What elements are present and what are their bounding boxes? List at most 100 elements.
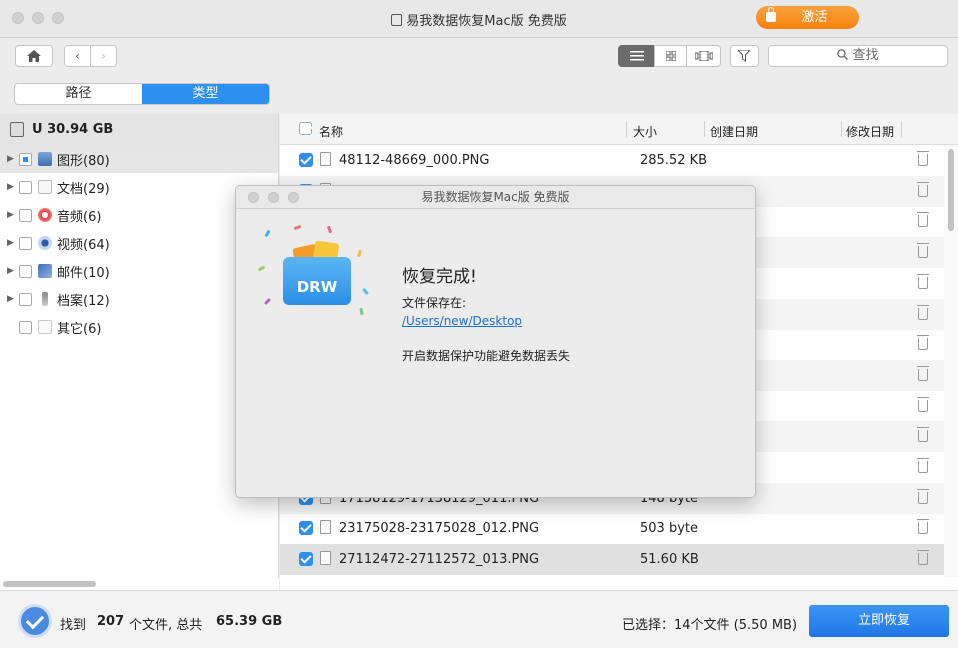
row-checkbox[interactable] — [299, 521, 313, 536]
sidebar-item-label: 音频(6) — [57, 209, 102, 225]
disclosure-triangle-icon[interactable]: ▶ — [7, 210, 15, 220]
recover-now-button[interactable]: 立即恢复 — [809, 605, 949, 637]
music-icon — [38, 208, 52, 222]
recovery-complete-dialog: 易我数据恢复Mac版 免费版 DRW 恢复完成! 文件保存在: /Users/n… — [235, 185, 756, 498]
sidebar-item-graphics[interactable]: ▶ 图形(80) — [0, 145, 278, 173]
trash-icon[interactable] — [917, 427, 929, 443]
category-checkbox[interactable] — [19, 264, 32, 278]
table-row[interactable]: 48112-48669_000.PNG 285.52 KB — [280, 145, 944, 176]
file-name: 27112472-27112572_013.PNG — [339, 552, 540, 568]
list-view-button[interactable] — [618, 45, 655, 67]
found-mid: 个文件, 总共 — [129, 618, 203, 633]
trash-icon[interactable] — [917, 396, 929, 412]
view-mode-tabs: 路径 类型 — [14, 83, 270, 105]
found-prefix: 找到 — [60, 618, 87, 633]
column-header-name[interactable]: 名称 — [319, 123, 343, 140]
trash-icon[interactable] — [917, 243, 929, 259]
row-checkbox[interactable] — [299, 153, 313, 167]
disclosure-triangle-icon[interactable]: ▶ — [7, 238, 15, 248]
home-button[interactable] — [15, 45, 53, 67]
sidebar-item-label: 档案(12) — [57, 293, 110, 309]
save-path-link[interactable]: /Users/new/Desktop — [402, 314, 522, 328]
other-file-icon — [38, 320, 52, 334]
category-checkbox[interactable] — [19, 292, 32, 306]
category-checkbox[interactable] — [19, 236, 32, 250]
tab-type[interactable]: 类型 — [142, 84, 269, 104]
sidebar-item-label: 邮件(10) — [57, 265, 110, 281]
archive-icon — [42, 292, 48, 306]
activate-label: 激活 — [801, 10, 828, 25]
category-checkbox[interactable] — [19, 208, 32, 222]
found-total: 65.39 GB — [216, 614, 283, 629]
disclosure-triangle-icon[interactable]: ▶ — [7, 294, 15, 304]
category-checkbox[interactable] — [19, 180, 32, 194]
png-file-icon — [320, 551, 331, 566]
document-icon — [38, 180, 52, 194]
trash-icon[interactable] — [917, 212, 929, 228]
dialog-title: 易我数据恢复Mac版 免费版 — [421, 190, 570, 204]
filter-button[interactable] — [730, 45, 759, 67]
cover-flow-icon — [694, 50, 713, 62]
search-icon — [837, 49, 849, 60]
file-size: 285.52 KB — [640, 153, 708, 168]
disclosure-triangle-icon[interactable]: ▶ — [7, 154, 15, 164]
tab-path[interactable]: 路径 — [15, 84, 142, 104]
disclosure-triangle-icon[interactable]: ▶ — [7, 182, 15, 192]
lock-icon — [766, 7, 776, 22]
dialog-minimize-button[interactable] — [268, 192, 279, 203]
dialog-zoom-button[interactable] — [288, 192, 299, 203]
scrollbar-thumb[interactable] — [3, 581, 96, 587]
category-checkbox[interactable] — [19, 320, 32, 334]
select-all-checkbox[interactable] — [299, 122, 312, 135]
saved-to-label: 文件保存在: — [402, 296, 467, 310]
trash-icon[interactable] — [917, 488, 929, 504]
column-header-modified[interactable]: 修改日期 — [846, 123, 894, 140]
chevron-right-icon: › — [101, 49, 106, 63]
selected-summary: 已选择：14个文件 (5.50 MB) — [622, 618, 798, 633]
category-checkbox[interactable] — [19, 152, 32, 166]
activate-button[interactable]: 激活 — [756, 6, 859, 29]
drive-header[interactable]: U 30.94 GB — [0, 114, 278, 145]
file-size: 503 byte — [640, 521, 698, 537]
sidebar-item-label: 其它(6) — [57, 321, 102, 337]
png-file-icon — [320, 520, 331, 535]
search-placeholder: 查找 — [852, 48, 879, 63]
trash-icon[interactable] — [917, 273, 929, 289]
check-badge-icon — [18, 604, 52, 638]
file-size: 51.60 KB — [640, 552, 699, 568]
search-input[interactable]: 查找 — [768, 45, 948, 67]
table-vertical-scrollbar[interactable] — [944, 145, 958, 577]
file-name: 23175028-23175028_012.PNG — [339, 521, 540, 537]
dialog-body: DRW 恢复完成! 文件保存在: /Users/new/Desktop 开启数据… — [236, 210, 755, 497]
drw-folder: DRW — [283, 257, 351, 305]
table-row[interactable]: 23175028-23175028_012.PNG 503 byte — [280, 513, 944, 544]
video-icon — [38, 236, 52, 250]
filter-icon — [736, 49, 751, 62]
back-button[interactable]: ‹ — [64, 45, 91, 67]
trash-icon[interactable] — [917, 365, 929, 381]
found-count: 207 — [97, 614, 125, 629]
dialog-title-bar: 易我数据恢复Mac版 免费版 — [236, 186, 755, 209]
trash-icon[interactable] — [917, 181, 929, 197]
sidebar-horizontal-scrollbar[interactable] — [0, 578, 279, 590]
disclosure-triangle-icon[interactable]: ▶ — [7, 266, 15, 276]
row-checkbox[interactable] — [299, 552, 313, 567]
grid-view-button[interactable] — [654, 45, 687, 67]
scrollbar-thumb[interactable] — [948, 149, 954, 231]
image-icon — [38, 152, 52, 166]
dialog-close-button[interactable] — [248, 192, 259, 203]
png-file-icon — [320, 152, 331, 166]
trash-icon[interactable] — [917, 550, 929, 566]
trash-icon[interactable] — [917, 519, 929, 535]
column-header-created[interactable]: 创建日期 — [710, 123, 758, 140]
trash-icon[interactable] — [917, 458, 929, 473]
forward-button[interactable]: › — [90, 45, 117, 67]
home-icon — [27, 50, 41, 62]
column-header-size[interactable]: 大小 — [633, 123, 657, 140]
status-bar: 找到 207 个文件, 总共 65.39 GB 已选择：14个文件 (5.50 … — [0, 590, 958, 648]
trash-icon[interactable] — [917, 335, 929, 351]
cover-view-button[interactable] — [686, 45, 721, 67]
trash-icon[interactable] — [917, 304, 929, 320]
trash-icon[interactable] — [917, 151, 929, 166]
table-row[interactable]: 27112472-27112572_013.PNG 51.60 KB — [280, 544, 944, 576]
